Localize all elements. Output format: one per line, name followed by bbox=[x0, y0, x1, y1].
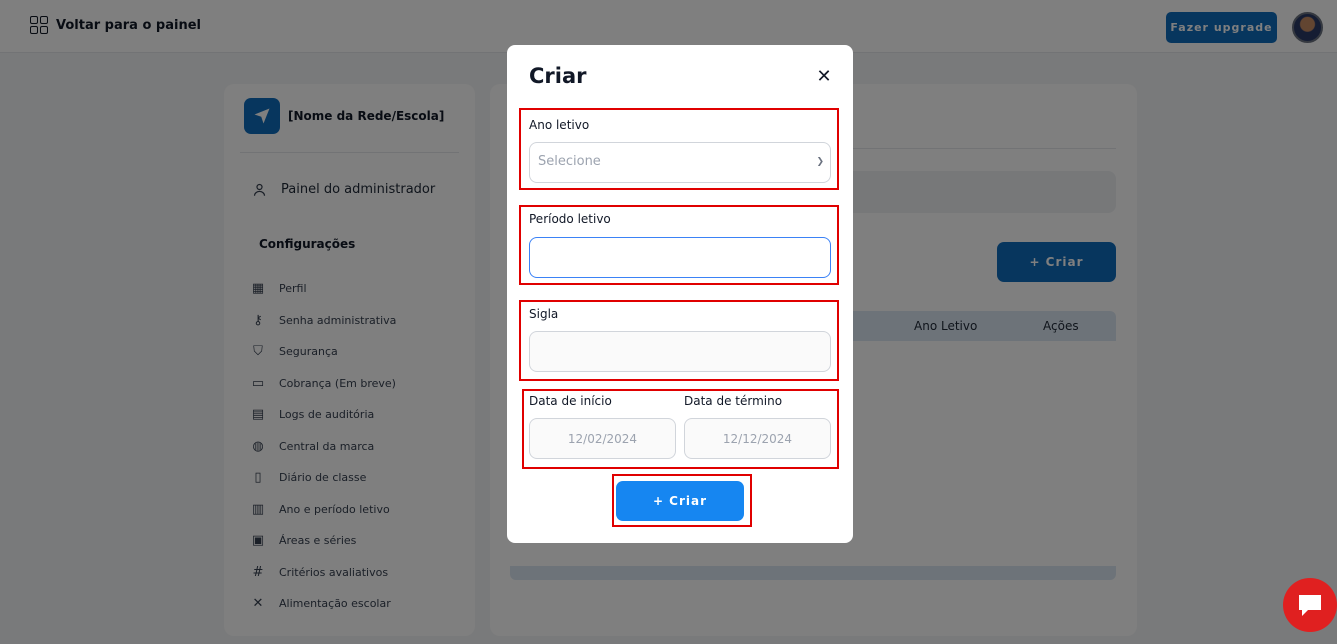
modal-create-button[interactable]: + Criar bbox=[616, 481, 744, 521]
create-period-modal: Criar ✕ Ano letivo Selecione ❯ Período l… bbox=[507, 45, 853, 543]
periodo-letivo-input[interactable] bbox=[529, 237, 831, 278]
chat-bubble-icon bbox=[1299, 595, 1321, 616]
data-termino-label: Data de término bbox=[684, 394, 783, 408]
sigla-label: Sigla bbox=[529, 307, 559, 321]
ano-letivo-placeholder: Selecione bbox=[538, 154, 601, 169]
chat-button[interactable] bbox=[1283, 578, 1337, 632]
data-termino-input[interactable] bbox=[684, 418, 831, 459]
ano-letivo-label: Ano letivo bbox=[529, 118, 590, 132]
data-inicio-input[interactable] bbox=[529, 418, 676, 459]
modal-title: Criar bbox=[529, 64, 587, 88]
sigla-input[interactable] bbox=[529, 331, 831, 372]
chevron-down-icon: ❯ bbox=[816, 157, 824, 167]
periodo-letivo-label: Período letivo bbox=[529, 212, 611, 226]
close-icon[interactable]: ✕ bbox=[814, 67, 834, 87]
data-inicio-label: Data de início bbox=[529, 394, 612, 408]
ano-letivo-select[interactable]: Selecione ❯ bbox=[529, 142, 831, 183]
